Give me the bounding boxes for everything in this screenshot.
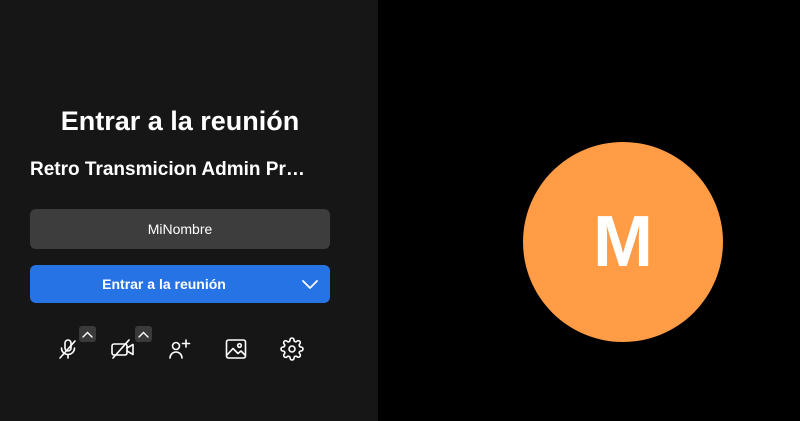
join-options-chevron-icon[interactable]: [290, 265, 330, 303]
background-button[interactable]: [216, 331, 256, 371]
video-preview: M: [378, 0, 800, 421]
prejoin-screen: Entrar a la reunión Retro Transmicion Ad…: [0, 0, 800, 421]
microphone-options-caret[interactable]: [79, 326, 96, 342]
user-plus-icon: [167, 337, 193, 366]
chevron-up-icon: [138, 325, 149, 343]
invite-people-button[interactable]: [160, 331, 200, 371]
chevron-up-icon: [82, 325, 93, 343]
prejoin-panel: Entrar a la reunión Retro Transmicion Ad…: [0, 0, 378, 421]
join-meeting-label: Entrar a la reunión: [102, 276, 226, 292]
page-title: Entrar a la reunión: [60, 106, 300, 136]
avatar-initial: M: [593, 202, 653, 282]
avatar: M: [523, 142, 723, 342]
video-off-icon: [110, 337, 136, 366]
gear-icon: [280, 336, 304, 366]
image-icon: [224, 337, 248, 366]
mic-off-icon: [56, 337, 80, 366]
join-meeting-button[interactable]: Entrar a la reunión: [30, 265, 330, 303]
settings-button[interactable]: [272, 331, 312, 371]
prejoin-toolbar: [46, 326, 316, 376]
meeting-name: Retro Transmicion Admin Pr…: [30, 159, 305, 180]
display-name-input[interactable]: [30, 209, 330, 249]
camera-options-caret[interactable]: [135, 326, 152, 342]
